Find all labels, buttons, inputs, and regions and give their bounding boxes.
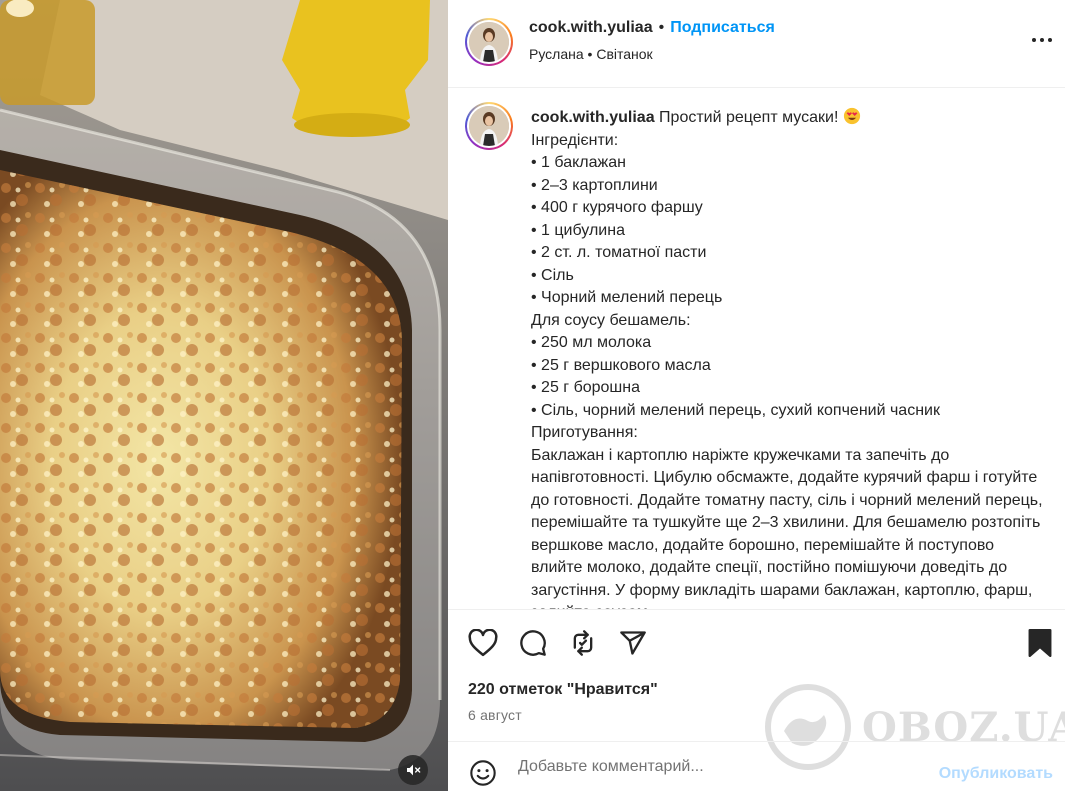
mute-icon	[407, 764, 421, 776]
caption-method: Баклажан і картоплю наріжте кружечками т…	[531, 446, 1043, 610]
more-dot	[1048, 38, 1052, 42]
caption-line: Приготування:	[531, 424, 638, 441]
heart-eyes-emoji-icon	[843, 107, 860, 125]
follow-button[interactable]: Подписаться	[670, 19, 775, 36]
caption-line: • Сіль	[531, 266, 574, 284]
caption-username[interactable]: cook.with.yuliaa	[531, 109, 655, 126]
caption-intro: Простий рецепт мусаки!	[659, 109, 839, 126]
like-button[interactable]	[467, 627, 499, 659]
post-caption: cook.with.yuliaa Простий рецепт мусаки! …	[531, 107, 1046, 609]
caption-area: cook.with.yuliaa Простий рецепт мусаки! …	[448, 89, 1065, 609]
audio-artist: Руслана	[529, 46, 584, 62]
caption-line: • 400 г курячого фаршу	[531, 199, 703, 216]
more-options-icon	[1032, 38, 1036, 42]
separator-dot: •	[658, 19, 665, 36]
caption-line: Для соусу бешамель:	[531, 311, 691, 329]
share-button[interactable]	[617, 627, 649, 659]
likes-count[interactable]: 220 отметок "Нравится"	[468, 681, 658, 699]
heart-icon	[468, 629, 498, 657]
repost-button[interactable]	[567, 627, 599, 659]
caption-line: • 2–3 картоплини	[531, 176, 658, 194]
author-avatar[interactable]	[465, 18, 513, 66]
caption-line: • Сіль, чорний мелений перець, сухий коп…	[531, 401, 940, 419]
caption-line: • 25 г борошна	[531, 379, 640, 396]
caption-line: • 2 ст. л. томатної пасти	[531, 244, 707, 261]
mute-button[interactable]	[398, 755, 428, 785]
emoji-button[interactable]	[467, 757, 499, 789]
avatar-image	[469, 106, 509, 146]
post-sidebar: cook.with.yuliaa • Подписаться Руслана • С…	[448, 0, 1065, 791]
audio-separator: •	[583, 46, 597, 62]
comment-bar: Опубликовать	[448, 741, 1065, 791]
share-icon	[620, 631, 646, 655]
post-media[interactable]	[0, 0, 448, 791]
avatar-image	[469, 22, 509, 62]
post-header: cook.with.yuliaa • Подписаться Руслана • С…	[448, 0, 1065, 88]
comment-icon	[520, 630, 546, 656]
moussaka-photo	[0, 0, 448, 791]
audio-title: Світанок	[596, 46, 653, 62]
caption-line: • 1 баклажан	[531, 154, 626, 171]
comment-button[interactable]	[517, 627, 549, 659]
more-options-button[interactable]	[1029, 28, 1055, 52]
caption-line: • Чорний мелений перець	[531, 289, 723, 306]
post-date[interactable]: 6 август	[468, 707, 522, 723]
audio-info[interactable]: Руслана • Світанок	[529, 46, 653, 62]
author-username[interactable]: cook.with.yuliaa	[529, 19, 653, 36]
save-button[interactable]	[1024, 627, 1056, 659]
caption-line: Інгредієнти:	[531, 131, 619, 149]
publish-button[interactable]: Опубликовать	[939, 765, 1053, 783]
emoji-icon	[470, 760, 496, 786]
more-dot	[1040, 38, 1044, 42]
caption-avatar[interactable]	[465, 102, 513, 150]
caption-line: • 250 мл молока	[531, 334, 652, 351]
caption-line: • 25 г вершкового масла	[531, 356, 711, 374]
caption-line: • 1 цибулина	[531, 221, 625, 239]
repost-icon	[573, 630, 593, 656]
bookmark-icon	[1028, 629, 1052, 657]
comment-input[interactable]	[518, 754, 918, 780]
